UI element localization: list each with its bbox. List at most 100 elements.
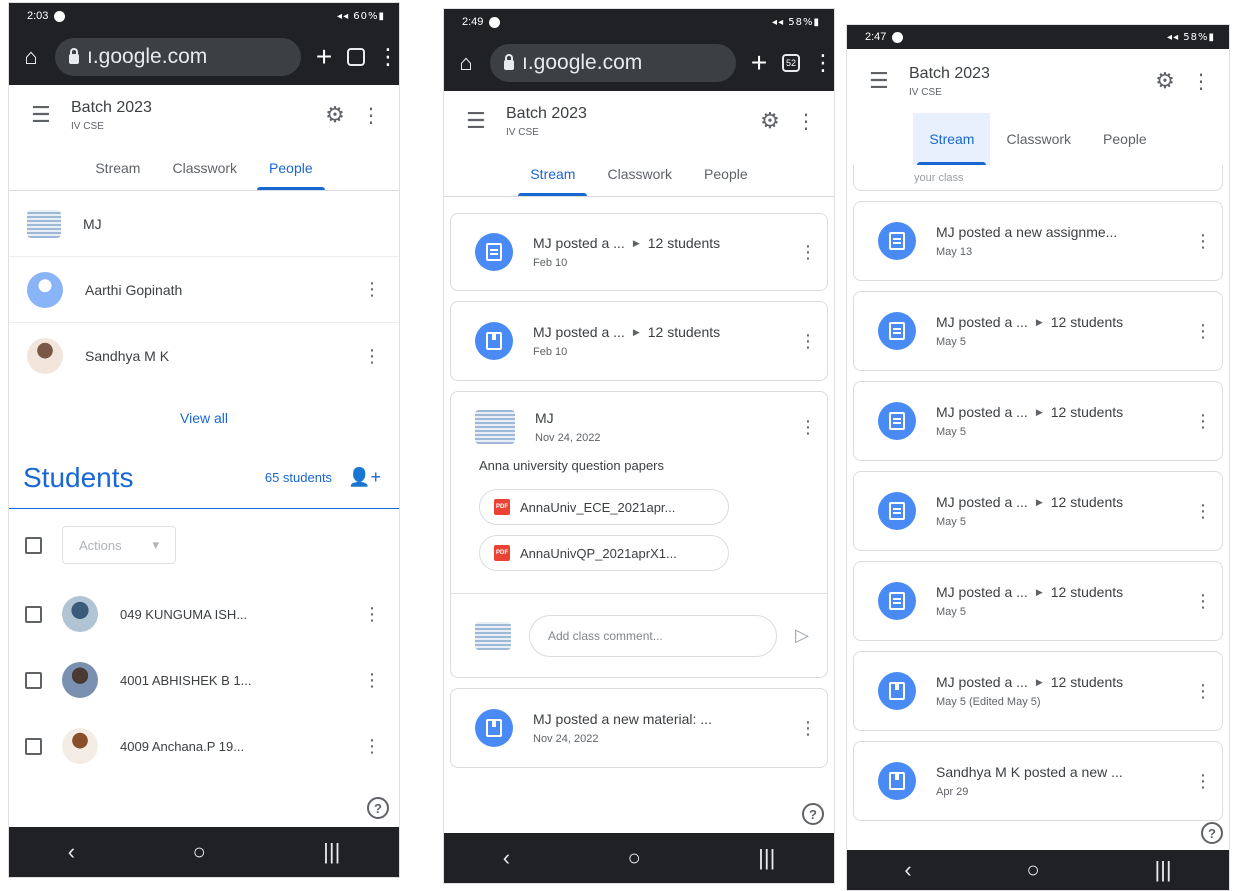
avatar bbox=[62, 728, 98, 764]
android-nav-bar: ‹ ○ ||| bbox=[444, 833, 834, 883]
stream-card[interactable]: MJ posted a ... ▶ 12 students May 5 ⋮ bbox=[853, 561, 1223, 641]
caret-right-icon: ▶ bbox=[632, 326, 640, 337]
tab-classwork[interactable]: Classwork bbox=[591, 151, 688, 196]
more-options-icon[interactable]: ⋮ bbox=[355, 103, 381, 128]
assignment-icon bbox=[878, 312, 916, 350]
new-tab-icon[interactable]: + bbox=[313, 41, 335, 73]
more-options-icon[interactable]: ⋮ bbox=[1194, 501, 1212, 522]
teacher-row[interactable]: Sandhya M K ⋮ bbox=[9, 323, 399, 389]
stream-card[interactable]: MJ posted a ... ▶ 12 students May 5 ⋮ bbox=[853, 471, 1223, 551]
student-checkbox[interactable] bbox=[25, 605, 42, 623]
add-person-icon[interactable]: 👤+ bbox=[348, 467, 381, 488]
back-icon[interactable]: ‹ bbox=[68, 839, 75, 865]
hamburger-menu-icon[interactable]: ☰ bbox=[869, 68, 895, 94]
attachment-name: AnnaUniv_ECE_2021apr... bbox=[520, 499, 676, 515]
stream-card[interactable]: MJ posted a ... ▶ 12 students Feb 10 ⋮ bbox=[450, 301, 828, 381]
avatar bbox=[27, 209, 61, 238]
teacher-row[interactable]: MJ bbox=[9, 191, 399, 257]
more-options-icon[interactable]: ⋮ bbox=[1194, 321, 1212, 342]
card-title: MJ posted a new assignme... bbox=[936, 224, 1118, 240]
more-options-icon[interactable]: ⋮ bbox=[363, 736, 381, 757]
teacher-row[interactable]: Aarthi Gopinath ⋮ bbox=[9, 257, 399, 323]
select-all-checkbox[interactable] bbox=[25, 536, 42, 554]
more-options-icon[interactable]: ⋮ bbox=[363, 346, 381, 367]
send-icon[interactable]: ▷ bbox=[795, 625, 809, 646]
more-options-icon[interactable]: ⋮ bbox=[799, 242, 817, 263]
stream-card[interactable]: Sandhya M K posted a new ... Apr 29 ⋮ bbox=[853, 741, 1223, 821]
home-button-icon[interactable]: ○ bbox=[192, 839, 205, 865]
tab-switcher-icon[interactable]: 52 bbox=[782, 54, 800, 72]
attachment-chip[interactable]: PDF AnnaUniv_ECE_2021apr... bbox=[479, 489, 729, 525]
help-icon[interactable]: ? bbox=[802, 803, 824, 825]
tab-classwork[interactable]: Classwork bbox=[990, 113, 1087, 165]
home-icon[interactable]: ⌂ bbox=[19, 44, 43, 70]
student-row[interactable]: 4009 Anchana.P 19... ⋮ bbox=[9, 713, 399, 779]
comment-row: Add class comment... ▷ bbox=[451, 593, 827, 677]
material-icon bbox=[475, 709, 513, 747]
class-tabs: Stream Classwork People bbox=[847, 113, 1229, 165]
browser-menu-icon[interactable]: ⋮ bbox=[812, 50, 834, 76]
tab-people[interactable]: People bbox=[688, 151, 764, 196]
tab-people[interactable]: People bbox=[253, 145, 329, 190]
more-options-icon[interactable]: ⋮ bbox=[363, 604, 381, 625]
address-bar[interactable]: ı.google.com bbox=[55, 38, 301, 76]
student-checkbox[interactable] bbox=[25, 671, 42, 689]
tab-switcher-icon[interactable] bbox=[347, 48, 365, 66]
teacher-name: Aarthi Gopinath bbox=[85, 281, 183, 298]
student-row[interactable]: 049 KUNGUMA ISH... ⋮ bbox=[9, 581, 399, 647]
more-options-icon[interactable]: ⋮ bbox=[363, 670, 381, 691]
stream-card[interactable]: MJ posted a ... ▶ 12 students Feb 10 ⋮ bbox=[450, 213, 828, 291]
card-title: MJ posted a ... bbox=[936, 404, 1028, 420]
browser-menu-icon[interactable]: ⋮ bbox=[377, 44, 399, 70]
gear-icon[interactable]: ⚙ bbox=[315, 102, 355, 128]
status-bar: 2:47 ◂◂ 58%▮ bbox=[847, 25, 1229, 49]
home-button-icon[interactable]: ○ bbox=[627, 845, 640, 871]
class-comment-input[interactable]: Add class comment... bbox=[529, 614, 778, 657]
tab-stream[interactable]: Stream bbox=[913, 113, 991, 165]
card-date: May 5 bbox=[936, 516, 966, 528]
stream-feed: your class MJ posted a new assignme... M… bbox=[847, 165, 1229, 821]
more-options-icon[interactable]: ⋮ bbox=[1194, 771, 1212, 792]
more-options-icon[interactable]: ⋮ bbox=[799, 718, 817, 739]
back-icon[interactable]: ‹ bbox=[503, 845, 510, 871]
more-options-icon[interactable]: ⋮ bbox=[1185, 69, 1211, 94]
gear-icon[interactable]: ⚙ bbox=[1145, 68, 1185, 94]
recents-icon[interactable]: ||| bbox=[323, 839, 340, 865]
stream-card[interactable]: MJ posted a ... ▶ 12 students May 5 ⋮ bbox=[853, 381, 1223, 461]
home-icon[interactable]: ⌂ bbox=[454, 50, 478, 76]
stream-card[interactable]: MJ posted a new material: ... Nov 24, 20… bbox=[450, 688, 828, 768]
gear-icon[interactable]: ⚙ bbox=[750, 108, 790, 134]
tab-stream[interactable]: Stream bbox=[79, 145, 156, 190]
help-icon[interactable]: ? bbox=[1201, 822, 1223, 844]
new-tab-icon[interactable]: + bbox=[748, 47, 770, 79]
more-options-icon[interactable]: ⋮ bbox=[799, 331, 817, 352]
stream-card[interactable]: MJ posted a new assignme... May 13 ⋮ bbox=[853, 201, 1223, 281]
help-icon[interactable]: ? bbox=[367, 797, 389, 819]
announcement-post: MJ Nov 24, 2022 ⋮ Anna university questi… bbox=[450, 391, 828, 678]
recents-icon[interactable]: ||| bbox=[758, 845, 775, 871]
stream-card[interactable]: MJ posted a ... ▶ 12 students May 5 ⋮ bbox=[853, 291, 1223, 371]
view-all-link[interactable]: View all bbox=[9, 389, 399, 447]
more-options-icon[interactable]: ⋮ bbox=[799, 417, 817, 438]
more-options-icon[interactable]: ⋮ bbox=[790, 109, 816, 134]
tab-people[interactable]: People bbox=[1087, 113, 1163, 165]
student-row[interactable]: 4001 ABHISHEK B 1... ⋮ bbox=[9, 647, 399, 713]
student-checkbox[interactable] bbox=[25, 737, 42, 755]
stream-card[interactable]: MJ posted a ... ▶ 12 students May 5 (Edite… bbox=[853, 651, 1223, 731]
address-bar[interactable]: ı.google.com bbox=[490, 44, 736, 82]
more-options-icon[interactable]: ⋮ bbox=[1194, 231, 1212, 252]
back-icon[interactable]: ‹ bbox=[904, 857, 911, 883]
more-options-icon[interactable]: ⋮ bbox=[1194, 591, 1212, 612]
more-options-icon[interactable]: ⋮ bbox=[1194, 411, 1212, 432]
hamburger-menu-icon[interactable]: ☰ bbox=[31, 102, 57, 128]
attachment-chip[interactable]: PDF AnnaUnivQP_2021aprX1... bbox=[479, 535, 729, 571]
actions-dropdown[interactable]: Actions ▾ bbox=[62, 526, 176, 564]
teacher-name: MJ bbox=[83, 215, 102, 232]
home-button-icon[interactable]: ○ bbox=[1026, 857, 1039, 883]
hamburger-menu-icon[interactable]: ☰ bbox=[466, 108, 492, 134]
more-options-icon[interactable]: ⋮ bbox=[1194, 681, 1212, 702]
tab-classwork[interactable]: Classwork bbox=[156, 145, 253, 190]
more-options-icon[interactable]: ⋮ bbox=[363, 279, 381, 300]
tab-stream[interactable]: Stream bbox=[514, 151, 591, 196]
recents-icon[interactable]: ||| bbox=[1154, 857, 1171, 883]
